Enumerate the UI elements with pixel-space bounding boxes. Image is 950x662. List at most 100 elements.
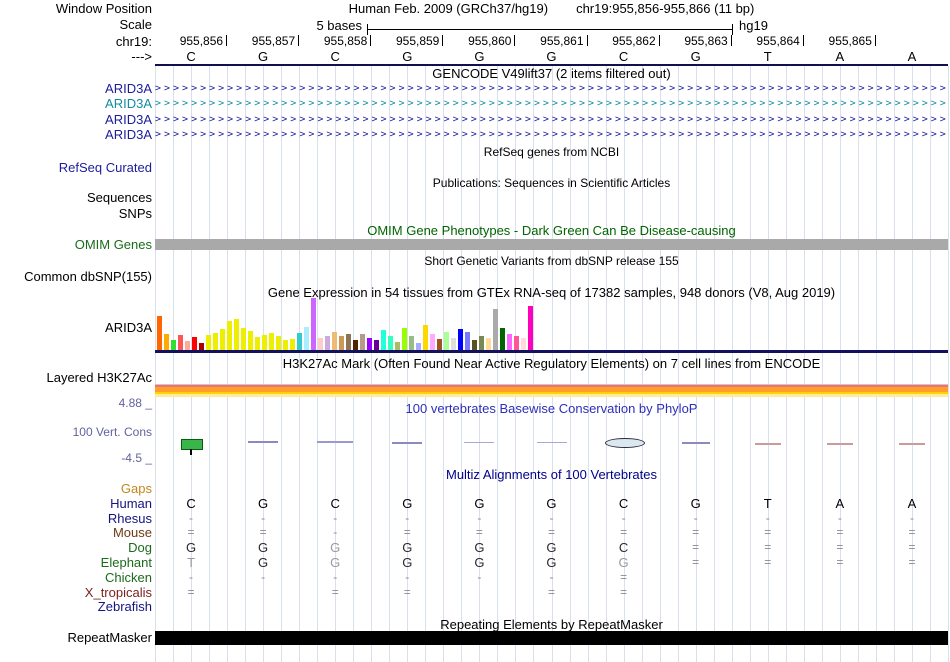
layered-h3k27ac-label[interactable]: Layered H3K27Ac	[0, 371, 152, 384]
repeatmasker-dense-bar[interactable]	[155, 631, 948, 645]
gtex-bar[interactable]	[507, 334, 512, 350]
gtex-bar[interactable]	[297, 333, 302, 350]
gtex-bar[interactable]	[290, 339, 295, 350]
gtex-bar[interactable]	[318, 338, 323, 350]
gene-item-arid3a[interactable]: >>>>>>>>>>>>>>>>>>>>>>>>>>>>>>>>>>>>>>>>…	[155, 129, 948, 141]
snps-label[interactable]: SNPs	[0, 207, 152, 220]
gene-label-arid3a[interactable]: ARID3A	[0, 128, 152, 141]
gtex-bar[interactable]	[255, 337, 260, 350]
alignment-cell: -	[189, 570, 194, 584]
alignment-cell: G	[618, 555, 629, 570]
gene-item-arid3a[interactable]: >>>>>>>>>>>>>>>>>>>>>>>>>>>>>>>>>>>>>>>>…	[155, 114, 948, 126]
gtex-bar[interactable]	[311, 298, 316, 350]
species-label-x_tropicalis[interactable]: X_tropicalis	[0, 586, 152, 599]
gtex-bar[interactable]	[234, 319, 239, 350]
phylop-ellipse	[604, 438, 645, 448]
gtex-bar[interactable]	[227, 321, 232, 350]
alignment-cell: -	[405, 570, 410, 584]
gtex-bar[interactable]	[262, 335, 267, 350]
alignment-cell: -	[477, 511, 482, 525]
gtex-bar[interactable]	[325, 336, 330, 350]
species-label-chicken[interactable]: Chicken	[0, 571, 152, 584]
gene-label-arid3a[interactable]: ARID3A	[0, 97, 152, 110]
gtex-bar[interactable]	[381, 330, 386, 350]
gtex-bar[interactable]	[472, 340, 477, 350]
omim-genes-label[interactable]: OMIM Genes	[0, 238, 152, 251]
gtex-bar[interactable]	[164, 334, 169, 350]
gtex-bar[interactable]	[465, 332, 470, 350]
alignment-cell: C	[330, 496, 340, 511]
gtex-bar[interactable]	[409, 336, 414, 350]
gtex-bar[interactable]	[493, 309, 498, 350]
species-label-elephant[interactable]: Elephant	[0, 556, 152, 569]
genome-browser-image: Window Position Human Feb. 2009 (GRCh37/…	[0, 0, 950, 662]
gtex-bar[interactable]	[521, 338, 526, 350]
alignment-cell: C	[186, 496, 196, 511]
gtex-bar[interactable]	[332, 332, 337, 350]
gtex-bar[interactable]	[416, 343, 421, 350]
strand-label: --->	[131, 49, 152, 64]
gtex-bar[interactable]	[486, 338, 491, 350]
gtex-bar[interactable]	[157, 316, 162, 350]
gtex-bar[interactable]	[367, 338, 372, 350]
gtex-bar[interactable]	[220, 329, 225, 350]
gtex-bar[interactable]	[185, 341, 190, 350]
alignment-cell: =	[836, 540, 844, 554]
species-label-zebrafish[interactable]: Zebrafish	[0, 600, 152, 613]
refseq-curated-label[interactable]: RefSeq Curated	[0, 161, 152, 174]
gtex-bar[interactable]	[178, 335, 183, 350]
gtex-bar[interactable]	[479, 336, 484, 350]
gtex-bar[interactable]	[458, 329, 463, 350]
gtex-bar[interactable]	[528, 306, 533, 350]
gtex-bar[interactable]	[213, 333, 218, 350]
gene-label-arid3a[interactable]: ARID3A	[0, 82, 152, 95]
alignment-cell: G	[402, 496, 413, 511]
gtex-bar[interactable]	[171, 340, 176, 350]
gtex-bar[interactable]	[500, 328, 505, 350]
gtex-bar[interactable]	[241, 328, 246, 350]
gtex-bar[interactable]	[402, 328, 407, 350]
conservation-max-label: 4.88 _	[118, 396, 152, 410]
gtex-bar[interactable]	[395, 342, 400, 350]
conservation-track-label[interactable]: 100 Vert. Cons	[0, 426, 152, 439]
gtex-bar[interactable]	[206, 335, 211, 350]
gtex-bar[interactable]	[437, 339, 442, 350]
gene-item-arid3a[interactable]: >>>>>>>>>>>>>>>>>>>>>>>>>>>>>>>>>>>>>>>>…	[155, 83, 948, 95]
phylop-tick	[190, 449, 193, 455]
sequences-label[interactable]: Sequences	[0, 191, 152, 204]
gtex-bar[interactable]	[304, 327, 309, 350]
gtex-bar[interactable]	[346, 334, 351, 350]
gtex-bar[interactable]	[192, 337, 197, 350]
gtex-bar[interactable]	[374, 340, 379, 350]
gtex-bar[interactable]	[283, 340, 288, 350]
gtex-bar[interactable]	[444, 332, 449, 350]
common-dbsnp-label[interactable]: Common dbSNP(155)	[0, 270, 152, 283]
species-label-human[interactable]: Human	[0, 497, 152, 510]
alignment-cell: =	[836, 525, 844, 539]
gtex-bar[interactable]	[423, 325, 428, 350]
species-label-dog[interactable]: Dog	[0, 541, 152, 554]
gtex-bar[interactable]	[388, 336, 393, 350]
species-label-rhesus[interactable]: Rhesus	[0, 512, 152, 525]
gtex-bar[interactable]	[353, 340, 358, 350]
species-label-mouse[interactable]: Mouse	[0, 526, 152, 539]
gtex-bar[interactable]	[451, 338, 456, 350]
gene-label-arid3a[interactable]: ARID3A	[0, 113, 152, 126]
gtex-gene-label[interactable]: ARID3A	[0, 321, 152, 334]
scale-bases-label: 5 bases	[316, 18, 362, 33]
alignment-cell: =	[692, 540, 700, 554]
omim-dense-bar[interactable]	[155, 239, 948, 250]
repeatmasker-label[interactable]: RepeatMasker	[0, 631, 152, 644]
alignment-cell: G	[330, 555, 341, 570]
gtex-bar[interactable]	[269, 333, 274, 350]
species-label-gaps[interactable]: Gaps	[0, 482, 152, 495]
gtex-bar[interactable]	[339, 336, 344, 350]
gtex-bar[interactable]	[430, 334, 435, 350]
gene-item-arid3a[interactable]: >>>>>>>>>>>>>>>>>>>>>>>>>>>>>>>>>>>>>>>>…	[155, 98, 948, 110]
gtex-bar[interactable]	[276, 336, 281, 350]
gtex-bar[interactable]	[514, 336, 519, 350]
gtex-bar[interactable]	[199, 343, 204, 350]
alignment-cell: =	[908, 525, 916, 539]
gtex-bar[interactable]	[360, 334, 365, 350]
gtex-bar[interactable]	[248, 331, 253, 350]
